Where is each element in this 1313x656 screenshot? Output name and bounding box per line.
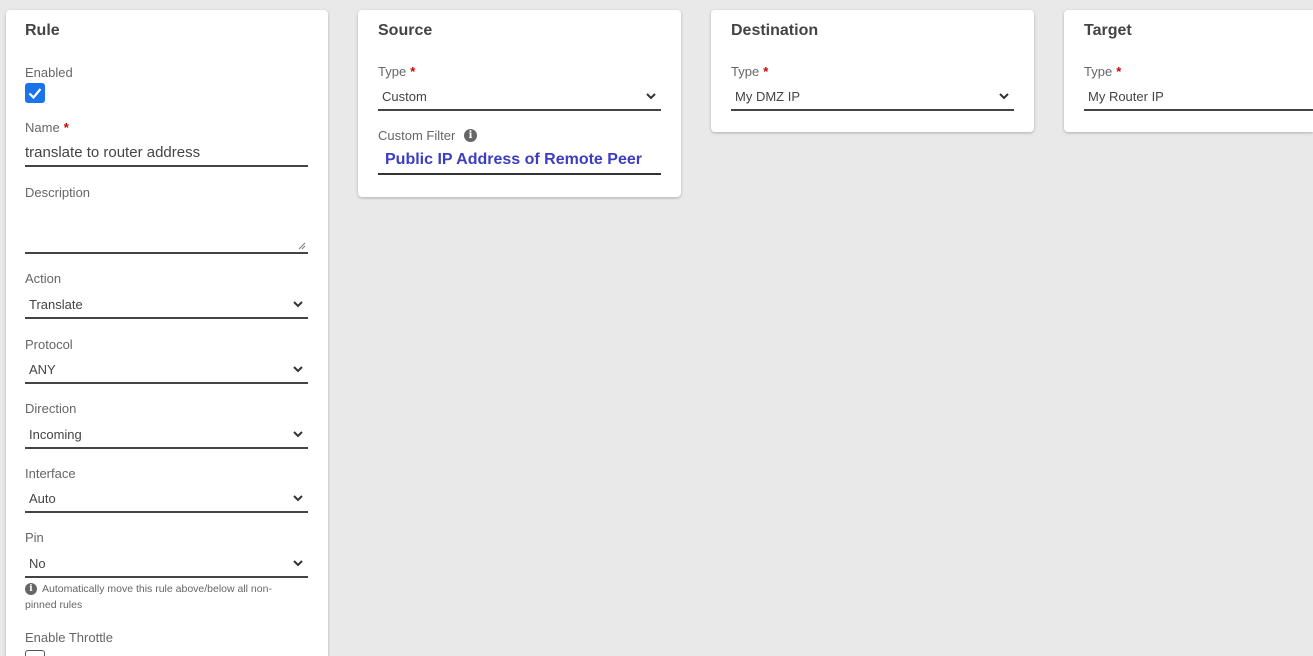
chevron-down-icon: [293, 495, 303, 502]
chevron-down-icon: [293, 431, 303, 438]
name-input[interactable]: translate to router address: [25, 139, 308, 167]
protocol-label: Protocol: [25, 337, 73, 352]
resize-grip-icon[interactable]: [298, 242, 306, 250]
name-label: Name *: [25, 120, 69, 135]
chevron-down-icon: [293, 560, 303, 567]
required-mark: *: [1116, 64, 1122, 79]
direction-select[interactable]: Incoming: [25, 421, 308, 449]
protocol-select[interactable]: ANY: [25, 356, 308, 384]
required-mark: *: [763, 64, 769, 79]
custom-filter-value: Public IP Address of Remote Peer: [385, 151, 642, 168]
name-input-value: translate to router address: [25, 144, 201, 161]
throttle-checkbox[interactable]: [25, 650, 45, 656]
pin-select-value: No: [29, 556, 46, 571]
rule-card-title: Rule: [25, 22, 60, 39]
protocol-select-value: ANY: [29, 362, 56, 377]
custom-filter-label: Custom Filter: [378, 128, 456, 143]
rule-card: Rule Enabled Name * translate to router a…: [6, 10, 328, 656]
target-type-select-value: My Router IP: [1088, 89, 1164, 104]
name-label-text: Name: [25, 120, 60, 135]
required-mark: *: [63, 120, 69, 135]
direction-label: Direction: [25, 401, 77, 416]
direction-select-value: Incoming: [29, 427, 82, 442]
pin-select[interactable]: No: [25, 550, 308, 578]
target-card: Target Type * My Router IP: [1064, 10, 1313, 132]
destination-card: Destination Type * My DMZ IP: [711, 10, 1034, 132]
throttle-label: Enable Throttle: [25, 630, 113, 645]
target-type-label-text: Type: [1084, 64, 1113, 79]
interface-select[interactable]: Auto: [25, 485, 308, 513]
enabled-label: Enabled: [25, 65, 73, 80]
source-type-label-text: Type: [378, 64, 407, 79]
source-type-select-value: Custom: [382, 89, 427, 104]
action-select-value: Translate: [29, 297, 83, 312]
info-circle-icon[interactable]: i: [464, 129, 477, 142]
target-type-label: Type *: [1084, 64, 1121, 79]
chevron-down-icon: [646, 93, 656, 100]
required-mark: *: [410, 64, 416, 79]
destination-type-label-text: Type: [731, 64, 760, 79]
pin-hint: Automatically move this rule above/below…: [25, 583, 272, 611]
description-textarea[interactable]: [25, 206, 308, 254]
target-card-title: Target: [1084, 22, 1132, 39]
custom-filter-input[interactable]: Public IP Address of Remote Peer: [378, 147, 661, 175]
destination-card-title: Destination: [731, 22, 819, 39]
target-type-select[interactable]: My Router IP: [1084, 83, 1313, 111]
pin-label: Pin: [25, 530, 44, 545]
action-label: Action: [25, 271, 62, 286]
description-label: Description: [25, 185, 91, 200]
chevron-down-icon: [293, 366, 303, 373]
destination-type-select[interactable]: My DMZ IP: [731, 83, 1014, 111]
chevron-down-icon: [999, 93, 1009, 100]
chevron-down-icon: [293, 301, 303, 308]
source-card-title: Source: [378, 22, 433, 39]
action-select[interactable]: Translate: [25, 291, 308, 319]
enabled-checkbox[interactable]: [25, 83, 45, 103]
destination-type-select-value: My DMZ IP: [735, 89, 800, 104]
interface-label: Interface: [25, 466, 76, 481]
source-type-select[interactable]: Custom: [378, 83, 661, 111]
checkmark-icon: [28, 88, 42, 100]
source-card: Source Type * Custom Custom Filter i Publ…: [358, 10, 681, 197]
source-type-label: Type *: [378, 64, 415, 79]
interface-select-value: Auto: [29, 491, 56, 506]
destination-type-label: Type *: [731, 64, 768, 79]
